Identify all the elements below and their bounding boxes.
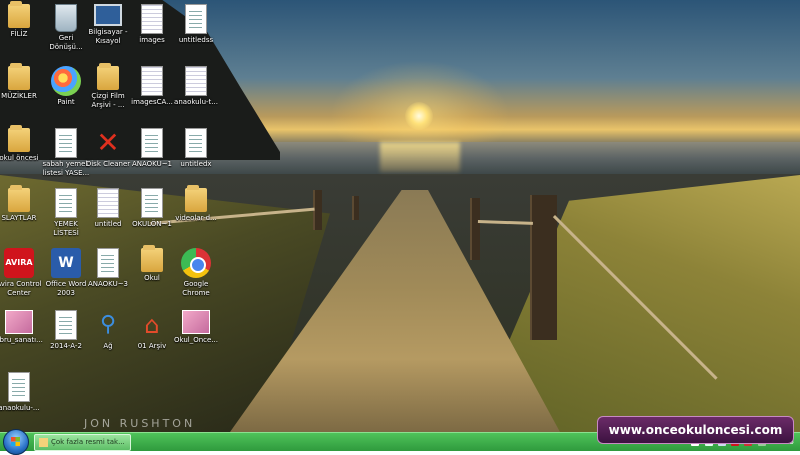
network-icon: ⚲ [99, 312, 117, 337]
wallpaper-watermark: JON RUSHTON [84, 417, 196, 430]
desktop-icon[interactable]: Okul_Once... [165, 310, 227, 345]
taskbar-window-label: Çok fazla resmi tak... [51, 438, 125, 446]
desktop[interactable]: JON RUSHTON FİLİZ Geri Dönüşü... Bilgisaya… [0, 0, 800, 432]
taskbar-window-button[interactable]: Çok fazla resmi tak... [34, 434, 131, 451]
computer-icon [94, 4, 122, 26]
sea-glint [380, 142, 460, 172]
archive-icon: ⌂ [144, 311, 160, 339]
word-document-icon [55, 188, 77, 218]
word-document-icon [55, 128, 77, 158]
desktop-icon[interactable]: Google Chrome [165, 248, 227, 298]
fence-post [470, 198, 480, 260]
document-icon [141, 188, 163, 218]
desktop-icon-label: untitledss [178, 36, 214, 44]
photo-icon [5, 310, 33, 334]
image-file-icon [141, 4, 163, 34]
image-file-icon [97, 188, 119, 218]
folder-icon [8, 63, 30, 90]
folder-icon [141, 245, 163, 272]
start-button[interactable] [3, 429, 29, 455]
site-banner: www.onceokuloncesi.com [597, 416, 794, 444]
photo-icon [182, 310, 210, 334]
folder-icon [8, 185, 30, 212]
folder-icon [185, 185, 207, 212]
folder-icon [8, 125, 30, 152]
folder-icon [97, 63, 119, 90]
desktop-icon[interactable]: anaokulu-t... [165, 66, 227, 107]
desktop-icon[interactable]: videolar-d... [165, 185, 227, 223]
document-icon [55, 310, 77, 340]
disk-cleaner-icon: ✕ [96, 126, 120, 159]
image-file-icon [185, 66, 207, 96]
desktop-icon-label: Google Chrome [182, 280, 210, 297]
folder-icon [8, 1, 30, 28]
avira-icon: AVIRA [4, 248, 34, 278]
window-icon [39, 437, 48, 447]
desktop-icon-label: anaokulu-t... [174, 98, 218, 106]
document-icon [141, 128, 163, 158]
desktop-icon[interactable]: untitledss [165, 4, 227, 45]
document-icon [185, 128, 207, 158]
desktop-icon[interactable]: untitledx [165, 128, 227, 169]
image-file-icon [141, 66, 163, 96]
desktop-icon[interactable]: anaokulu-... [0, 372, 50, 413]
recycle-bin-icon [55, 4, 77, 32]
document-icon [185, 4, 207, 34]
desktop-icon-label: videolar-d... [175, 214, 217, 222]
document-icon [8, 372, 30, 402]
desktop-icon-label: Okul_Once... [173, 336, 218, 344]
fence-rope [477, 220, 533, 225]
document-icon [97, 248, 119, 278]
fence-post [352, 196, 359, 220]
desktop-icon-label: anaokulu-... [0, 404, 40, 412]
desktop-icon-label: untitledx [180, 160, 212, 168]
chrome-icon [181, 248, 211, 278]
sun [405, 102, 433, 130]
